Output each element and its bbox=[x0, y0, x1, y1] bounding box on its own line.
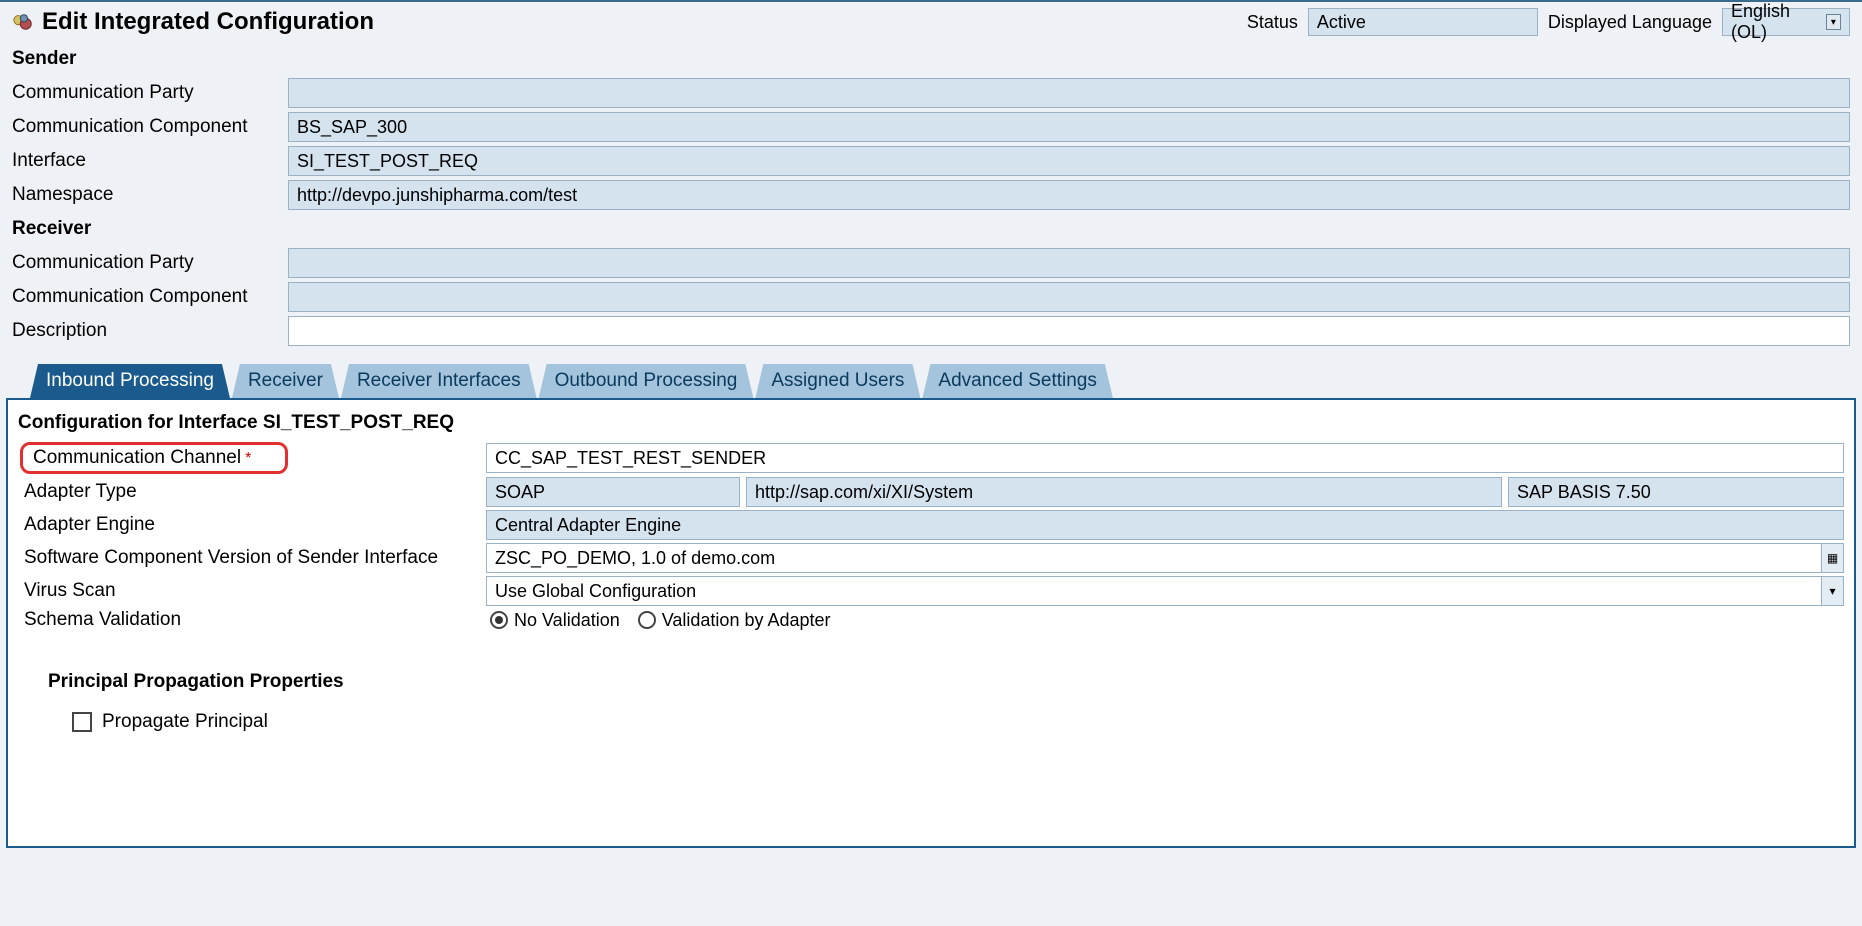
page-title: Edit Integrated Configuration bbox=[42, 8, 374, 36]
radio-icon bbox=[638, 611, 656, 629]
receiver-party-label: Communication Party bbox=[12, 252, 280, 274]
language-selector[interactable]: English (OL) ▾ bbox=[1722, 8, 1850, 36]
adapter-type-namespace: http://sap.com/xi/XI/System bbox=[746, 477, 1502, 507]
virus-scan-dropdown-button[interactable]: ▾ bbox=[1822, 576, 1844, 606]
receiver-component-field[interactable] bbox=[288, 282, 1850, 312]
radio-validation-by-adapter[interactable]: Validation by Adapter bbox=[638, 610, 831, 631]
comm-channel-field[interactable] bbox=[486, 443, 1844, 473]
receiver-heading: Receiver bbox=[12, 214, 1850, 244]
status-label: Status bbox=[1247, 12, 1298, 33]
sender-component-field[interactable] bbox=[288, 112, 1850, 142]
radio-no-validation[interactable]: No Validation bbox=[490, 610, 620, 631]
dropdown-icon: ▾ bbox=[1829, 584, 1835, 598]
propagate-principal-label: Propagate Principal bbox=[102, 711, 268, 733]
dropdown-icon: ▾ bbox=[1826, 14, 1841, 30]
swcv-value-help-button[interactable]: ▦ bbox=[1822, 543, 1844, 573]
sender-party-label: Communication Party bbox=[12, 82, 280, 104]
language-label: Displayed Language bbox=[1548, 12, 1712, 33]
propagate-principal-checkbox[interactable] bbox=[72, 712, 92, 732]
status-value: Active bbox=[1308, 8, 1538, 36]
virus-scan-field[interactable] bbox=[486, 576, 1822, 606]
description-field[interactable] bbox=[288, 316, 1850, 346]
tab-content: Configuration for Interface SI_TEST_POST… bbox=[6, 398, 1856, 848]
tab-outbound-processing[interactable]: Outbound Processing bbox=[539, 364, 754, 398]
schema-validation-label: Schema Validation bbox=[18, 609, 480, 631]
tab-receiver[interactable]: Receiver bbox=[232, 364, 339, 398]
radio-icon bbox=[490, 611, 508, 629]
sender-interface-label: Interface bbox=[12, 150, 280, 172]
adapter-engine-value: Central Adapter Engine bbox=[486, 510, 1844, 540]
tab-receiver-interfaces[interactable]: Receiver Interfaces bbox=[341, 364, 537, 398]
comm-channel-label: Communication Channel * bbox=[20, 442, 288, 474]
sender-component-label: Communication Component bbox=[12, 116, 280, 138]
receiver-party-field[interactable] bbox=[288, 248, 1850, 278]
sender-namespace-label: Namespace bbox=[12, 184, 280, 206]
adapter-type-swcv: SAP BASIS 7.50 bbox=[1508, 477, 1844, 507]
propagation-heading: Principal Propagation Properties bbox=[48, 671, 1844, 693]
tab-inbound-processing[interactable]: Inbound Processing bbox=[30, 364, 230, 398]
virus-scan-label: Virus Scan bbox=[18, 580, 480, 602]
sender-namespace-field[interactable] bbox=[288, 180, 1850, 210]
value-help-icon: ▦ bbox=[1827, 551, 1838, 565]
sender-heading: Sender bbox=[12, 44, 1850, 74]
description-label: Description bbox=[12, 320, 280, 342]
sender-interface-field[interactable] bbox=[288, 146, 1850, 176]
receiver-component-label: Communication Component bbox=[12, 286, 280, 308]
config-heading: Configuration for Interface SI_TEST_POST… bbox=[18, 412, 1844, 434]
adapter-type-label: Adapter Type bbox=[18, 481, 480, 503]
adapter-engine-label: Adapter Engine bbox=[18, 514, 480, 536]
swcv-field[interactable] bbox=[486, 543, 1822, 573]
sender-party-field[interactable] bbox=[288, 78, 1850, 108]
edit-config-icon bbox=[12, 11, 34, 33]
required-star: * bbox=[245, 450, 251, 468]
adapter-type-name: SOAP bbox=[486, 477, 740, 507]
language-value: English (OL) bbox=[1731, 1, 1826, 43]
tab-advanced-settings[interactable]: Advanced Settings bbox=[922, 364, 1112, 398]
tab-assigned-users[interactable]: Assigned Users bbox=[755, 364, 920, 398]
swcv-label: Software Component Version of Sender Int… bbox=[18, 547, 480, 569]
